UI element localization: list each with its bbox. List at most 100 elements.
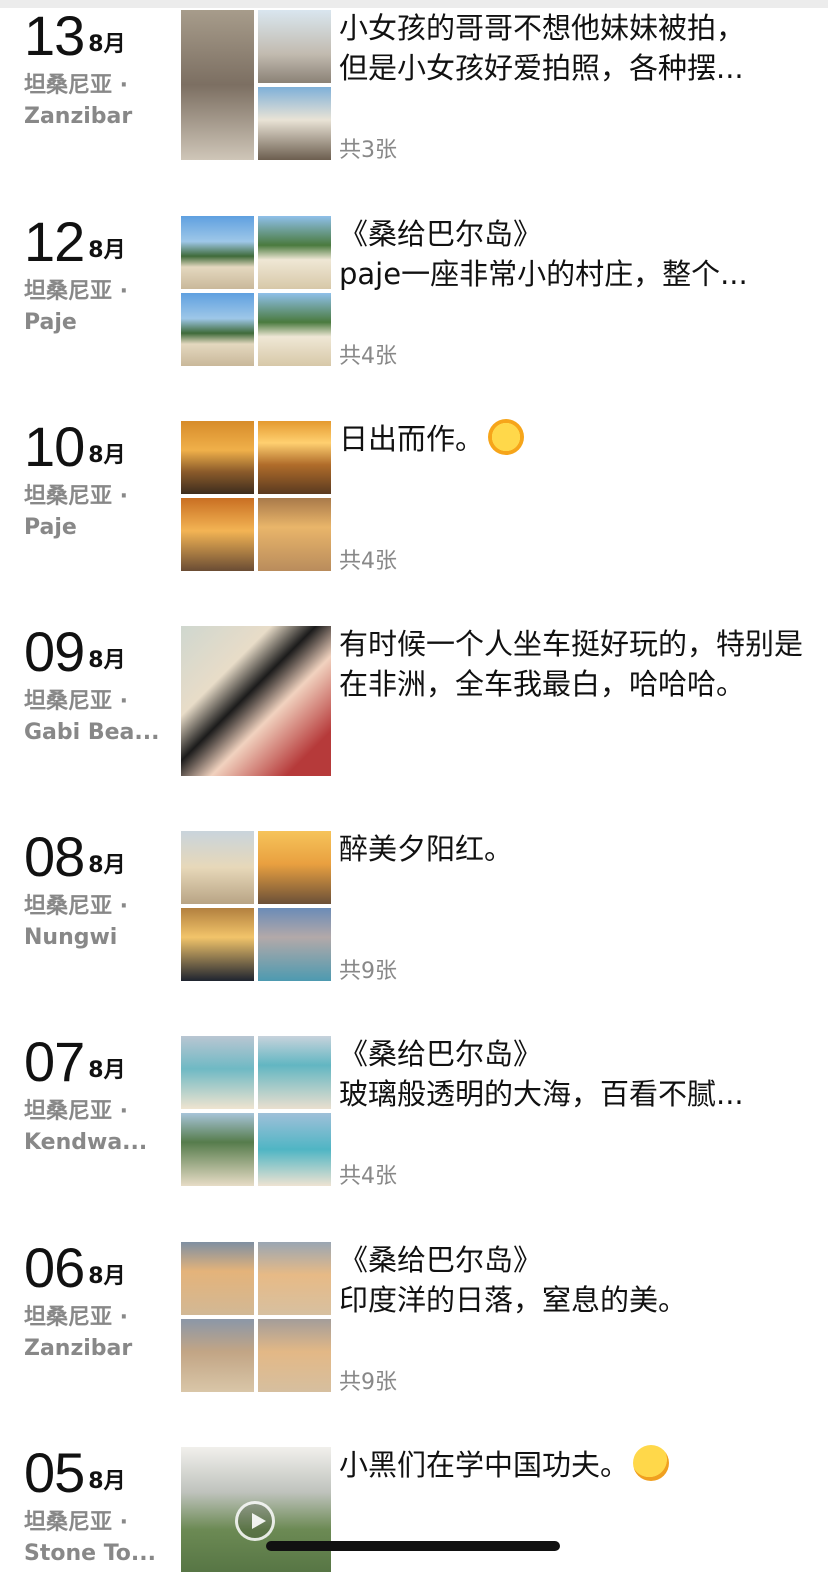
post-line: 玻璃般透明的大海，百看不腻...: [339, 1077, 744, 1111]
photo-thumbnail[interactable]: [258, 1113, 331, 1186]
country-label: 坦桑尼亚 ·: [24, 279, 129, 304]
place-label: Zanzibar: [24, 1336, 133, 1361]
photo-grid[interactable]: [181, 10, 331, 160]
photo-grid[interactable]: [181, 626, 331, 776]
photo-thumbnail[interactable]: [258, 10, 331, 83]
photo-grid[interactable]: [181, 216, 331, 366]
country-label: 坦桑尼亚 ·: [24, 1099, 129, 1124]
place-label: Gabi Bea...: [24, 720, 160, 745]
post-line: 小黑们在学中国功夫。: [339, 1448, 630, 1482]
post-text: 《桑给巴尔岛》 玻璃般透明的大海，百看不腻...: [339, 1034, 809, 1114]
timeline-entry[interactable]: 06 8月 坦桑尼亚 · Zanzibar 《桑给巴尔岛》 印度洋的日落，窒息的美…: [0, 1240, 828, 1445]
photo-thumbnail[interactable]: [181, 216, 254, 289]
photo-thumbnail[interactable]: [258, 87, 331, 160]
photo-thumbnail[interactable]: [258, 216, 331, 289]
post-line: 日出而作。: [339, 422, 485, 456]
date: 12 8月: [24, 214, 126, 274]
post-line: paje一座非常小的村庄，整个...: [339, 257, 748, 291]
date: 09 8月: [24, 624, 126, 684]
place-label: Paje: [24, 310, 77, 335]
place-label: Zanzibar: [24, 104, 133, 129]
month-label: 8月: [88, 648, 126, 673]
date: 08 8月: [24, 829, 126, 889]
post-text: 日出而作。: [339, 419, 809, 459]
month-label: 8月: [88, 1264, 126, 1289]
timeline-entry[interactable]: 05 8月 坦桑尼亚 · Stone To... 小黑们在学中国功夫。: [0, 1445, 828, 1572]
date: 06 8月: [24, 1240, 126, 1300]
timeline-entry[interactable]: 13 8月 坦桑尼亚 · Zanzibar 小女孩的哥哥不想他妹妹被拍， 但是小女…: [0, 8, 828, 213]
play-icon[interactable]: [235, 1501, 275, 1541]
day-number: 10: [24, 415, 85, 478]
photo-thumbnail[interactable]: [181, 293, 254, 366]
country-label: 坦桑尼亚 ·: [24, 73, 129, 98]
location: 坦桑尼亚 · Zanzibar: [24, 1302, 164, 1364]
month-label: 8月: [88, 1469, 126, 1494]
photo-thumbnail[interactable]: [181, 421, 254, 494]
month-label: 8月: [88, 853, 126, 878]
timeline-entry[interactable]: 12 8月 坦桑尼亚 · Paje 《桑给巴尔岛》 paje一座非常小的村庄，整个…: [0, 214, 828, 419]
photo-thumbnail[interactable]: [181, 626, 331, 776]
photo-grid[interactable]: [181, 1036, 331, 1186]
day-number: 13: [24, 4, 85, 67]
thinking-emoji-icon: [633, 1445, 670, 1481]
day-number: 12: [24, 210, 85, 273]
place-label: Stone To...: [24, 1541, 156, 1566]
photo-thumbnail[interactable]: [181, 498, 254, 571]
country-label: 坦桑尼亚 ·: [24, 484, 129, 509]
post-text: 《桑给巴尔岛》 paje一座非常小的村庄，整个...: [339, 214, 809, 294]
post-line: 但是小女孩好爱拍照，各种摆...: [339, 51, 744, 85]
home-indicator[interactable]: [266, 1541, 560, 1551]
post-line: 醉美夕阳红。: [339, 832, 514, 866]
photo-thumbnail[interactable]: [258, 908, 331, 981]
photo-count: 共9张: [339, 959, 397, 984]
month-label: 8月: [88, 1058, 126, 1083]
date: 05 8月: [24, 1445, 126, 1505]
post-line: 《桑给巴尔岛》: [339, 217, 543, 251]
photo-grid[interactable]: [181, 831, 331, 981]
photo-thumbnail[interactable]: [258, 1242, 331, 1315]
timeline-entry[interactable]: 09 8月 坦桑尼亚 · Gabi Bea... 有时候一个人坐车挺好玩的，特别是…: [0, 624, 828, 829]
video-thumbnail[interactable]: [181, 1447, 331, 1572]
location: 坦桑尼亚 · Nungwi: [24, 891, 164, 953]
timeline-entry[interactable]: 10 8月 坦桑尼亚 · Paje 日出而作。 共4张: [0, 419, 828, 624]
place-label: Kendwa...: [24, 1130, 148, 1155]
date: 10 8月: [24, 419, 126, 479]
photo-thumbnail[interactable]: [181, 1242, 254, 1315]
post-line: 印度洋的日落，窒息的美。: [339, 1283, 688, 1317]
photo-thumbnail[interactable]: [181, 908, 254, 981]
photo-thumbnail[interactable]: [181, 1036, 254, 1109]
timeline-entry[interactable]: 08 8月 坦桑尼亚 · Nungwi 醉美夕阳红。 共9张: [0, 829, 828, 1034]
photo-grid[interactable]: [181, 1242, 331, 1392]
location: 坦桑尼亚 · Paje: [24, 276, 164, 338]
photo-thumbnail[interactable]: [258, 293, 331, 366]
day-number: 08: [24, 825, 85, 888]
photo-thumbnail[interactable]: [258, 1319, 331, 1392]
photo-thumbnail[interactable]: [258, 831, 331, 904]
day-number: 09: [24, 620, 85, 683]
photo-grid[interactable]: [181, 421, 331, 571]
timeline-entry[interactable]: 07 8月 坦桑尼亚 · Kendwa... 《桑给巴尔岛》 玻璃般透明的大海，百…: [0, 1034, 828, 1239]
date: 07 8月: [24, 1034, 126, 1094]
photo-thumbnail[interactable]: [258, 421, 331, 494]
month-label: 8月: [88, 32, 126, 57]
post-line: 《桑给巴尔岛》: [339, 1243, 543, 1277]
month-label: 8月: [88, 238, 126, 263]
photo-thumbnail[interactable]: [181, 831, 254, 904]
photo-thumbnail[interactable]: [258, 1036, 331, 1109]
post-text: 有时候一个人坐车挺好玩的，特别是在非洲，全车我最白，哈哈哈。: [339, 624, 809, 704]
location: 坦桑尼亚 · Kendwa...: [24, 1096, 164, 1158]
post-text: 小黑们在学中国功夫。: [339, 1445, 809, 1485]
day-number: 05: [24, 1445, 85, 1504]
photo-thumbnail[interactable]: [181, 1113, 254, 1186]
photo-thumbnail[interactable]: [181, 1319, 254, 1392]
location: 坦桑尼亚 · Gabi Bea...: [24, 686, 164, 748]
location: 坦桑尼亚 · Paje: [24, 481, 164, 543]
photo-thumbnail[interactable]: [258, 498, 331, 571]
post-text: 小女孩的哥哥不想他妹妹被拍， 但是小女孩好爱拍照，各种摆...: [339, 8, 809, 88]
post-text: 醉美夕阳红。: [339, 829, 809, 869]
photo-thumbnail[interactable]: [181, 10, 254, 160]
photo-count: 共4张: [339, 549, 397, 574]
photo-count: 共4张: [339, 344, 397, 369]
country-label: 坦桑尼亚 ·: [24, 894, 129, 919]
top-edge: [0, 0, 828, 8]
